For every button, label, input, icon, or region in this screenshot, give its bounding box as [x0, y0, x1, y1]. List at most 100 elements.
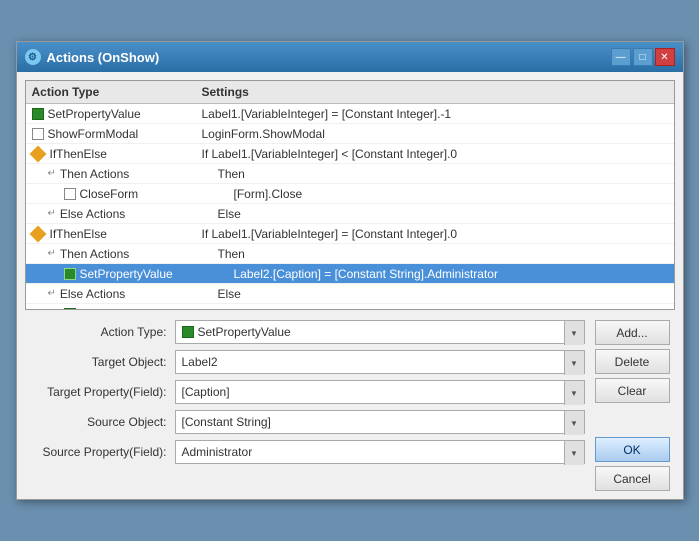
action-label: SetPropertyValue [48, 107, 141, 121]
dropdown-arrow-icon: ▼ [564, 411, 584, 435]
action-label: Then Actions [60, 247, 129, 261]
table-row[interactable]: ↵ Then Actions Then [26, 164, 674, 184]
row-settings-cell: If Label1.[VariableInteger] < [Constant … [202, 147, 668, 161]
action-label: Then Actions [60, 167, 129, 181]
row-action-cell: ↵ Else Actions [48, 287, 218, 301]
doc-icon [64, 188, 76, 200]
source-property-value[interactable]: Administrator ▼ [175, 440, 585, 464]
add-button[interactable]: Add... [595, 320, 670, 345]
action-type-value[interactable]: SetPropertyValue ▼ [175, 320, 585, 344]
row-settings-cell: Then [218, 247, 668, 261]
source-object-label: Source Object: [25, 415, 175, 429]
dropdown-arrow-icon: ▼ [564, 381, 584, 405]
row-settings-cell: Label2.[Caption] = [Constant String].Adm… [234, 267, 668, 281]
arrow-icon: ↵ [48, 208, 56, 219]
doc-icon [32, 128, 44, 140]
green-rect-icon [64, 268, 76, 280]
row-action-cell: ↵ Then Actions [48, 167, 218, 181]
action-type-text: SetPropertyValue [198, 325, 291, 339]
source-object-text: [Constant String] [182, 415, 271, 429]
row-action-cell: IfThenElse [32, 147, 202, 161]
table-row[interactable]: SetPropertyValue Label1.[VariableInteger… [26, 104, 674, 124]
row-action-cell: SetPropertyValue [64, 267, 234, 281]
title-bar-left: ⚙ Actions (OnShow) [25, 49, 160, 65]
action-label: IfThenElse [50, 227, 107, 241]
row-settings-cell: Label1.[VariableInteger] = [Constant Int… [202, 107, 668, 121]
source-property-text: Administrator [182, 445, 253, 459]
source-property-control: Administrator ▼ [175, 440, 585, 464]
row-settings-cell: [Form].Close [234, 187, 668, 201]
diamond-icon [29, 145, 46, 162]
clear-button[interactable]: Clear [595, 378, 670, 403]
target-property-text: [Caption] [182, 385, 230, 399]
row-action-cell: CloseForm [64, 187, 234, 201]
arrow-icon: ↵ [48, 168, 56, 179]
action-label: SetPropertyValue [80, 267, 173, 281]
actions-table: Action Type Settings SetPropertyValue La… [25, 80, 675, 310]
table-row[interactable]: ↵ Else Actions Else [26, 284, 674, 304]
row-settings-cell: Label2.[Caption] = [Constant String].Nor… [234, 307, 668, 311]
arrow-icon: ↵ [48, 288, 56, 299]
row-settings-cell: Else [218, 287, 668, 301]
form-section: Action Type: SetPropertyValue ▼ Target O… [25, 320, 675, 491]
green-rect-icon [64, 308, 76, 311]
table-row[interactable]: ↵ Else Actions Else [26, 204, 674, 224]
row-action-cell: SetPropertyValue [32, 107, 202, 121]
row-settings-cell: LoginForm.ShowModal [202, 127, 668, 141]
row-action-cell: ↵ Else Actions [48, 207, 218, 221]
close-button[interactable]: ✕ [655, 48, 675, 66]
maximize-button[interactable]: □ [633, 48, 653, 66]
dialog-body: Action Type Settings SetPropertyValue La… [17, 72, 683, 499]
row-settings-cell: Else [218, 207, 668, 221]
diamond-icon [29, 225, 46, 242]
arrow-icon: ↵ [48, 248, 56, 259]
row-settings-cell: Then [218, 167, 668, 181]
target-object-control: Label2 ▼ [175, 350, 585, 374]
action-label: IfThenElse [50, 147, 107, 161]
target-object-value[interactable]: Label2 ▼ [175, 350, 585, 374]
dropdown-arrow-icon: ▼ [564, 441, 584, 465]
action-type-icon [182, 326, 194, 338]
source-property-label: Source Property(Field): [25, 445, 175, 459]
dialog-window: ⚙ Actions (OnShow) — □ ✕ Action Type Set… [16, 41, 684, 500]
target-object-row: Target Object: Label2 ▼ [25, 350, 585, 374]
table-row[interactable]: SetPropertyValue Label2.[Caption] = [Con… [26, 264, 674, 284]
target-property-label: Target Property(Field): [25, 385, 175, 399]
table-row[interactable]: IfThenElse If Label1.[VariableInteger] =… [26, 224, 674, 244]
table-body: SetPropertyValue Label1.[VariableInteger… [26, 104, 674, 310]
target-object-text: Label2 [182, 355, 218, 369]
source-object-row: Source Object: [Constant String] ▼ [25, 410, 585, 434]
row-action-cell: ↵ Then Actions [48, 247, 218, 261]
action-label: SetPropertyValue [80, 307, 173, 311]
target-property-control: [Caption] ▼ [175, 380, 585, 404]
action-type-label: Action Type: [25, 325, 175, 339]
target-object-label: Target Object: [25, 355, 175, 369]
table-row[interactable]: ShowFormModal LoginForm.ShowModal [26, 124, 674, 144]
table-row[interactable]: CloseForm [Form].Close [26, 184, 674, 204]
green-rect-icon [32, 108, 44, 120]
action-label: ShowFormModal [48, 127, 139, 141]
action-label: CloseForm [80, 187, 139, 201]
ok-button[interactable]: OK [595, 437, 670, 462]
row-action-cell: SetPropertyValue [64, 307, 234, 311]
delete-button[interactable]: Delete [595, 349, 670, 374]
cancel-button[interactable]: Cancel [595, 466, 670, 491]
action-label: Else Actions [60, 207, 125, 221]
title-bar: ⚙ Actions (OnShow) — □ ✕ [17, 42, 683, 72]
row-settings-cell: If Label1.[VariableInteger] = [Constant … [202, 227, 668, 241]
table-row[interactable]: ↵ Then Actions Then [26, 244, 674, 264]
target-property-value[interactable]: [Caption] ▼ [175, 380, 585, 404]
source-object-value[interactable]: [Constant String] ▼ [175, 410, 585, 434]
target-property-row: Target Property(Field): [Caption] ▼ [25, 380, 585, 404]
action-label: Else Actions [60, 287, 125, 301]
header-action-type: Action Type [32, 85, 202, 99]
dropdown-arrow-icon: ▼ [564, 321, 584, 345]
source-property-row: Source Property(Field): Administrator ▼ [25, 440, 585, 464]
table-row[interactable]: IfThenElse If Label1.[VariableInteger] <… [26, 144, 674, 164]
source-object-control: [Constant String] ▼ [175, 410, 585, 434]
table-row[interactable]: SetPropertyValue Label2.[Caption] = [Con… [26, 304, 674, 310]
dialog-icon: ⚙ [25, 49, 41, 65]
table-header: Action Type Settings [26, 81, 674, 104]
minimize-button[interactable]: — [611, 48, 631, 66]
row-action-cell: IfThenElse [32, 227, 202, 241]
